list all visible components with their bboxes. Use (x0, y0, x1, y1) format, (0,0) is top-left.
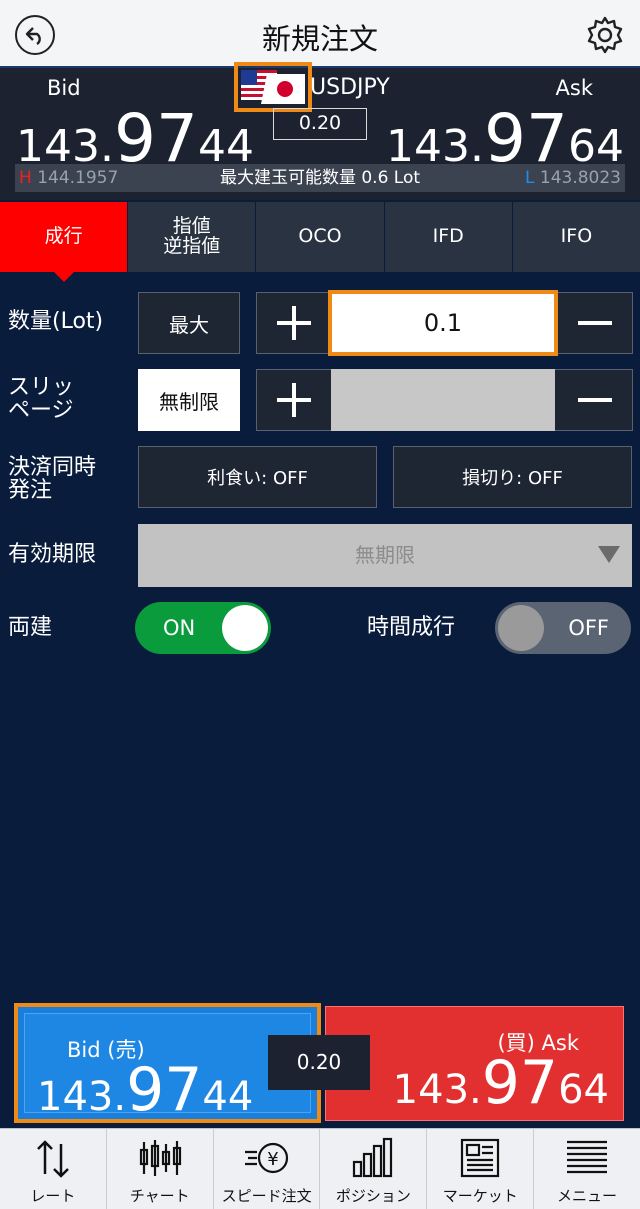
settlement-label-line1: 決済同時 (8, 455, 97, 480)
app-header: 新規注文 (0, 0, 640, 68)
nav-label-position: ポジション (335, 1187, 411, 1205)
sell-price: 143.9744 (37, 1060, 253, 1120)
dropdown-caret-icon (598, 546, 620, 563)
quantity-label: 数量(Lot) (8, 309, 104, 334)
buy-price: 143.9764 (393, 1053, 609, 1113)
minus-icon (578, 321, 612, 325)
unlimited-slippage-button[interactable]: 無制限 (138, 369, 240, 431)
quantity-increase-button[interactable] (257, 293, 331, 353)
expiry-select[interactable]: 無期限 (138, 524, 632, 587)
tab-oco[interactable]: OCO (255, 202, 384, 272)
nav-label-speed-order: スピード注文 (221, 1187, 312, 1205)
nav-item-position[interactable]: ポジション (319, 1129, 426, 1209)
tab-market[interactable]: 成行 (0, 202, 128, 282)
stop-loss-button[interactable]: 損切り: OFF (393, 446, 632, 508)
nav-item-speed-order[interactable]: ¥ スピード注文 (212, 1129, 320, 1209)
menu-icon (534, 1135, 640, 1181)
tab-ifd[interactable]: IFD (383, 202, 512, 272)
tab-limit-stop[interactable]: 指値 逆指値 (127, 202, 256, 272)
settings-button[interactable] (584, 14, 626, 56)
slippage-input[interactable] (331, 369, 555, 431)
spread-value: 0.20 (273, 108, 367, 140)
settlement-label: 決済同時 発注 (8, 456, 96, 502)
slippage-label-line2: ページ (8, 398, 74, 424)
speed-order-icon: ¥ (214, 1135, 320, 1181)
sell-price-head: 143. (37, 1074, 127, 1120)
nav-label-market: マーケット (442, 1187, 518, 1205)
plus-icon (277, 383, 311, 417)
toggle-knob (498, 605, 544, 651)
candlestick-icon (107, 1135, 213, 1181)
quantity-decrease-button[interactable] (558, 293, 632, 353)
ask-price: 143.9764 (386, 106, 624, 172)
nav-item-chart[interactable]: チャート (105, 1129, 213, 1209)
toggle-knob (222, 605, 268, 651)
low-value: 143.8023 (539, 168, 621, 188)
newspaper-icon (427, 1135, 533, 1181)
buy-price-tail: 64 (558, 1067, 609, 1113)
bid-label: Bid (47, 76, 81, 100)
nav-item-menu[interactable]: メニュー (533, 1129, 640, 1209)
time-market-toggle-state: OFF (568, 616, 609, 640)
nav-label-chart: チャート (129, 1187, 190, 1205)
settlement-label-line2: 発注 (8, 478, 53, 504)
bid-price: 143.9744 (16, 106, 254, 172)
slippage-decrease-button[interactable] (558, 370, 632, 430)
expiry-label: 有効期限 (8, 542, 97, 567)
low-price: L 143.8023 (525, 164, 621, 192)
hedge-toggle-state: ON (163, 616, 196, 640)
page-title: 新規注文 (261, 22, 378, 56)
slippage-increase-button[interactable] (257, 370, 331, 430)
currency-pair-name: USDJPY (310, 75, 390, 100)
sell-price-pips: 97 (126, 1055, 203, 1125)
tab-ifo[interactable]: IFO (511, 202, 640, 272)
max-quantity-button[interactable]: 最大 (138, 292, 240, 354)
nav-label-menu: メニュー (557, 1187, 618, 1205)
slippage-label: スリッ ページ (8, 376, 74, 422)
sell-price-tail: 44 (202, 1074, 254, 1120)
rate-info-bar: H 144.1957 最大建玉可能数量 0.6 Lot L 143.8023 (15, 164, 625, 192)
low-tag: L (524, 168, 535, 188)
slippage-label-line1: スリッ (8, 375, 75, 400)
nav-label-rate: レート (30, 1187, 76, 1205)
order-type-tabs: 成行 指値 逆指値 OCO IFD IFO (0, 202, 640, 282)
time-market-label: 時間成行 (367, 615, 456, 640)
take-profit-button[interactable]: 利食い: OFF (138, 446, 377, 508)
hedge-label: 両建 (8, 615, 53, 640)
minus-icon (578, 398, 612, 402)
bottom-navigation: レート チャート ¥ スピード注文 ポジション マーケット メニュー (0, 1128, 640, 1209)
nav-item-rate[interactable]: レート (0, 1129, 106, 1209)
trade-spread: 0.20 (268, 1035, 370, 1090)
expiry-value: 無期限 (355, 543, 415, 567)
nav-item-market[interactable]: マーケット (426, 1129, 533, 1209)
time-market-toggle[interactable]: OFF (495, 602, 631, 654)
svg-text:¥: ¥ (267, 1149, 278, 1170)
buy-price-head: 143. (392, 1067, 482, 1113)
quantity-input[interactable]: 0.1 (328, 290, 558, 356)
ask-label: Ask (555, 76, 593, 100)
buy-price-pips: 97 (481, 1048, 559, 1118)
rate-panel: Bid Ask USDJPY 0.20 143.9744 143.9764 H … (0, 62, 640, 200)
gear-icon (587, 16, 623, 54)
hedge-toggle[interactable]: ON (135, 602, 271, 654)
plus-icon (277, 306, 311, 340)
usd-jpy-flag-icon (241, 70, 305, 104)
bar-chart-icon (320, 1135, 426, 1181)
currency-pair-selector[interactable] (234, 62, 312, 112)
rate-arrows-icon (0, 1135, 106, 1181)
